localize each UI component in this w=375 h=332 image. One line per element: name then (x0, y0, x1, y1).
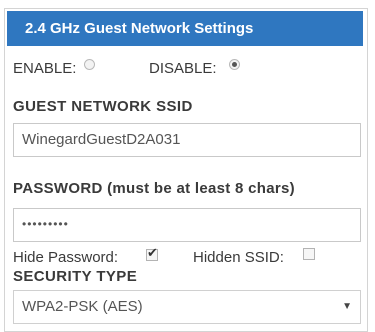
hidden-ssid-label: Hidden SSID: (193, 249, 284, 266)
password-section-label: PASSWORD (must be at least 8 chars) (13, 180, 295, 197)
security-section-label: SECURITY TYPE (13, 268, 138, 285)
hide-password-checkbox[interactable]: ✔ (146, 245, 158, 261)
hide-password-label: Hide Password: (13, 249, 119, 266)
ssid-section-label: GUEST NETWORK SSID (13, 98, 193, 115)
ssid-input[interactable]: WinegardGuestD2A031 (13, 123, 361, 157)
panel-header: 2.4 GHz Guest Network Settings (7, 11, 363, 46)
enable-label: ENABLE: (13, 60, 77, 77)
password-input[interactable]: ••••••••• (13, 208, 361, 242)
security-type-value: WPA2-PSK (AES) (22, 298, 143, 315)
hidden-ssid-checkbox[interactable] (303, 248, 315, 260)
security-type-select[interactable]: WPA2-PSK (AES) ▼ (13, 290, 361, 324)
radio-selected-dot (232, 62, 237, 67)
enable-radio[interactable] (84, 59, 95, 70)
disable-label: DISABLE: (149, 60, 217, 77)
checkmark-icon: ✔ (147, 245, 158, 260)
chevron-down-icon: ▼ (342, 301, 352, 312)
disable-radio[interactable] (229, 59, 240, 70)
